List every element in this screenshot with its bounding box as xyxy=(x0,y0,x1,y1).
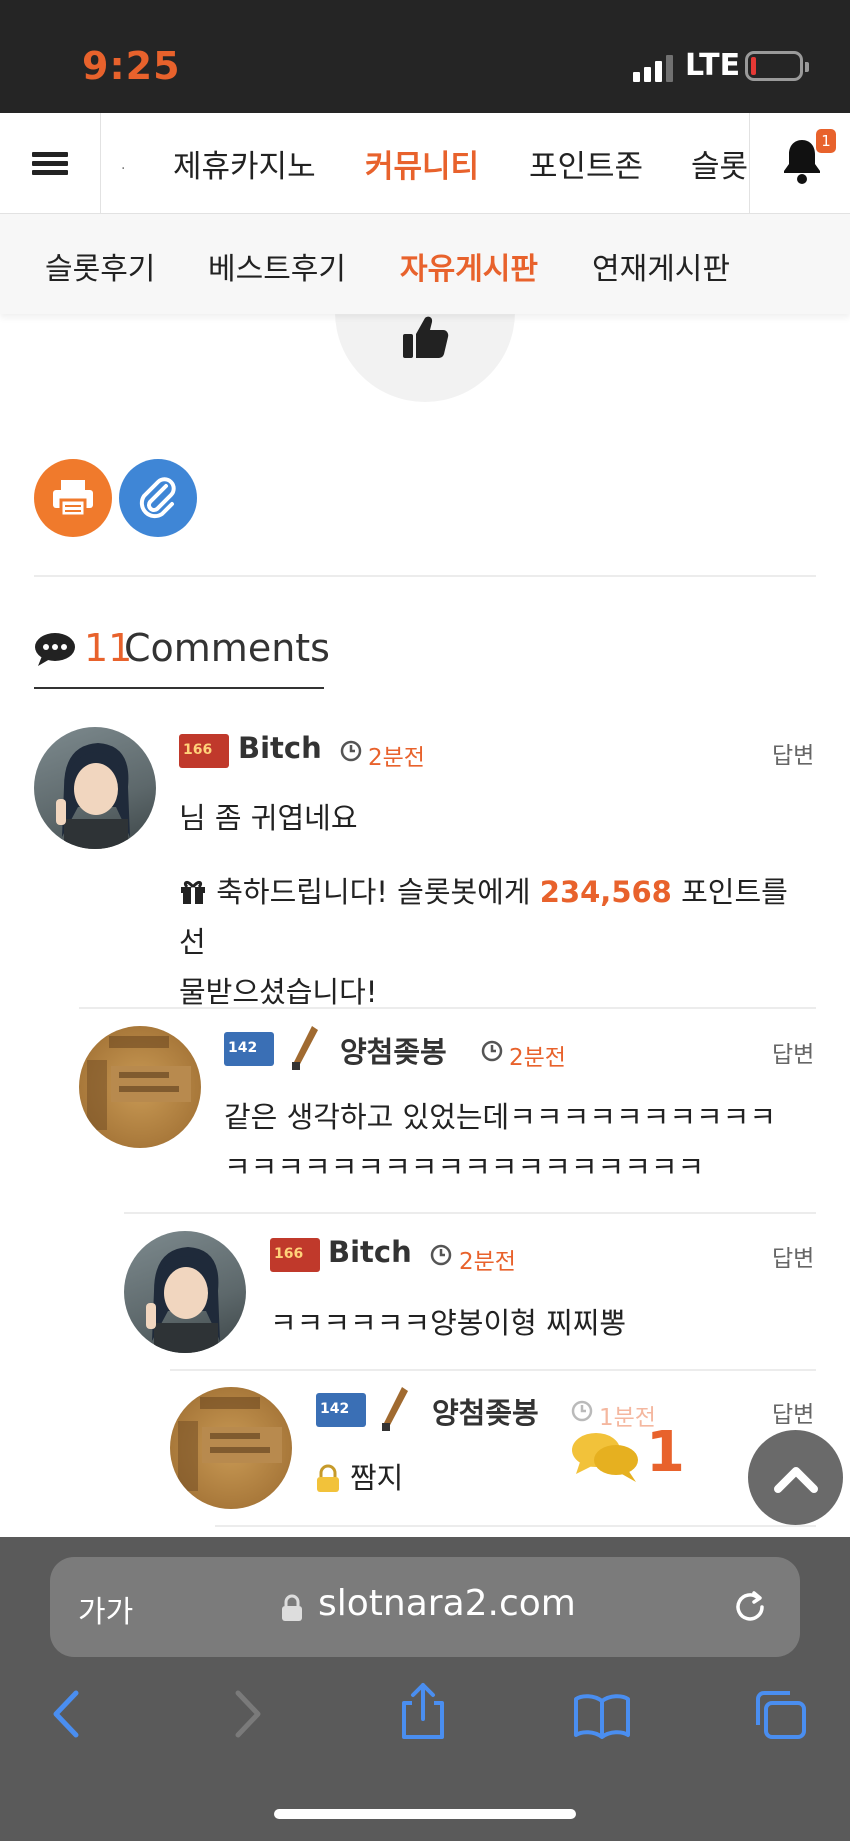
url-domain: slotnara2.com xyxy=(318,1583,576,1624)
lock-icon xyxy=(317,1464,339,1492)
divider xyxy=(215,1525,816,1527)
clock-icon xyxy=(481,1040,503,1062)
reload-icon[interactable] xyxy=(730,1587,770,1627)
print-button[interactable] xyxy=(34,459,112,537)
avatar[interactable] xyxy=(79,1026,201,1148)
comment-time: 2분전 xyxy=(368,745,425,771)
tab-slot[interactable]: 슬롯 xyxy=(691,141,748,186)
clock-icon xyxy=(571,1400,593,1422)
gift-icon xyxy=(181,880,205,904)
signal-strength-icon xyxy=(633,54,673,82)
top-navigation: . 제휴카지노 커뮤니티 포인트존 슬롯 1 xyxy=(0,113,850,214)
avatar-image xyxy=(178,1397,282,1491)
avatar[interactable] xyxy=(34,727,156,849)
lock-icon xyxy=(282,1594,302,1621)
level-badge: 166 xyxy=(179,734,229,768)
battery-icon xyxy=(745,51,809,81)
tab-community[interactable]: 커뮤니티 xyxy=(365,141,479,186)
scroll-to-top-button[interactable] xyxy=(748,1430,843,1525)
bat-icon xyxy=(292,1026,318,1070)
avatar-image xyxy=(146,1247,220,1353)
comment-text: 짬지 xyxy=(350,1461,404,1495)
share-icon[interactable] xyxy=(398,1681,448,1741)
attachment-button[interactable] xyxy=(119,459,197,537)
comment-text: 님 좀 귀엽네요 xyxy=(179,801,358,835)
tabs-icon[interactable] xyxy=(752,1689,808,1741)
browser-toolbar: 가가 slotnara2.com xyxy=(0,1537,850,1841)
divider xyxy=(79,1007,816,1009)
comments-label: Comments xyxy=(124,626,330,670)
chat-count: 1 xyxy=(646,1420,685,1485)
chat-bubbles-icon xyxy=(572,1433,638,1482)
gift-points: 234,568 xyxy=(539,875,672,909)
gift-message: 축하드립니다! 슬롯봇에게 234,568 포인트를 선 물받으셨습니다! xyxy=(179,867,819,1017)
forward-icon xyxy=(235,1690,261,1738)
divider xyxy=(170,1369,816,1371)
avatar-image xyxy=(56,743,130,849)
tab-casino[interactable]: 제휴카지노 xyxy=(173,141,316,186)
status-bar: 9:25 LTE xyxy=(0,0,850,113)
notification-badge: 1 xyxy=(816,129,836,153)
comment-author[interactable]: 양첨좆봉 xyxy=(340,1029,447,1071)
comment-text-line1: 같은 생각하고 있었는데ㅋㅋㅋㅋㅋㅋㅋㅋㅋㅋ xyxy=(224,1100,777,1134)
home-indicator xyxy=(274,1809,576,1819)
hamburger-menu-button[interactable] xyxy=(0,113,101,213)
notification-button[interactable]: 1 xyxy=(749,113,850,213)
main-tabs: . 제휴카지노 커뮤니티 포인트존 슬롯 xyxy=(101,113,749,213)
comment-author[interactable]: 양첨좆봉 xyxy=(432,1390,539,1432)
comment-text-line2: ㅋㅋㅋㅋㅋㅋㅋㅋㅋㅋㅋㅋㅋㅋㅋㅋㅋㅋ xyxy=(224,1150,705,1184)
avatar[interactable] xyxy=(170,1387,292,1509)
comment-time: 2분전 xyxy=(509,1045,566,1071)
comment-author[interactable]: Bitch xyxy=(328,1235,412,1269)
reply-button[interactable]: 답변 xyxy=(772,1239,814,1273)
level-badge: 166 xyxy=(270,1238,320,1272)
bat-icon xyxy=(382,1387,408,1431)
subnav-slot-review[interactable]: 슬롯후기 xyxy=(45,244,155,288)
chevron-up-icon xyxy=(773,1466,818,1493)
comments-icon xyxy=(35,633,75,666)
paperclip-icon xyxy=(139,477,176,519)
printer-icon xyxy=(53,480,93,518)
divider xyxy=(34,575,816,577)
sub-navigation: 슬롯후기 베스트후기 자유게시판 연재게시판 xyxy=(0,214,850,314)
divider xyxy=(124,1212,816,1214)
reply-button[interactable]: 답변 xyxy=(772,1395,814,1429)
comment-text: 같은 생각하고 있었는데ㅋㅋㅋㅋㅋㅋㅋㅋㅋㅋ ㅋㅋㅋㅋㅋㅋㅋㅋㅋㅋㅋㅋㅋㅋㅋㅋㅋ… xyxy=(224,1092,824,1192)
clock-icon xyxy=(430,1244,452,1266)
subnav-free-board[interactable]: 자유게시판 xyxy=(400,244,538,288)
thumbs-up-icon xyxy=(403,316,449,358)
back-icon[interactable] xyxy=(48,1689,82,1739)
clock: 9:25 xyxy=(82,44,181,88)
clock-icon xyxy=(340,740,362,762)
reply-button[interactable]: 답변 xyxy=(772,736,814,770)
gift-text-line2: 물받으셨습니다! xyxy=(179,975,378,1009)
tab-overflow-dot: . xyxy=(121,157,126,173)
comment-author[interactable]: Bitch xyxy=(238,731,322,765)
tab-point-zone[interactable]: 포인트존 xyxy=(529,141,643,186)
reply-button[interactable]: 답변 xyxy=(772,1035,814,1069)
level-badge: 142 xyxy=(224,1032,274,1066)
comment-text: ㅋㅋㅋㅋㅋㅋ양봉이형 찌찌뽕 xyxy=(270,1306,627,1340)
network-type: LTE xyxy=(685,48,741,83)
level-badge: 142 xyxy=(316,1393,366,1427)
subnav-series-board[interactable]: 연재게시판 xyxy=(592,244,730,288)
subnav-best-review[interactable]: 베스트후기 xyxy=(208,244,346,288)
comment-time: 2분전 xyxy=(459,1249,516,1275)
comments-header: 11 Comments xyxy=(34,622,330,689)
bookmarks-icon[interactable] xyxy=(572,1693,632,1739)
gift-text: 축하드립니다! 슬롯봇에게 xyxy=(216,875,540,909)
address-bar[interactable]: 가가 slotnara2.com xyxy=(50,1557,800,1657)
avatar[interactable] xyxy=(124,1231,246,1353)
text-size-button[interactable]: 가가 xyxy=(78,1587,133,1631)
avatar-image xyxy=(87,1036,191,1130)
